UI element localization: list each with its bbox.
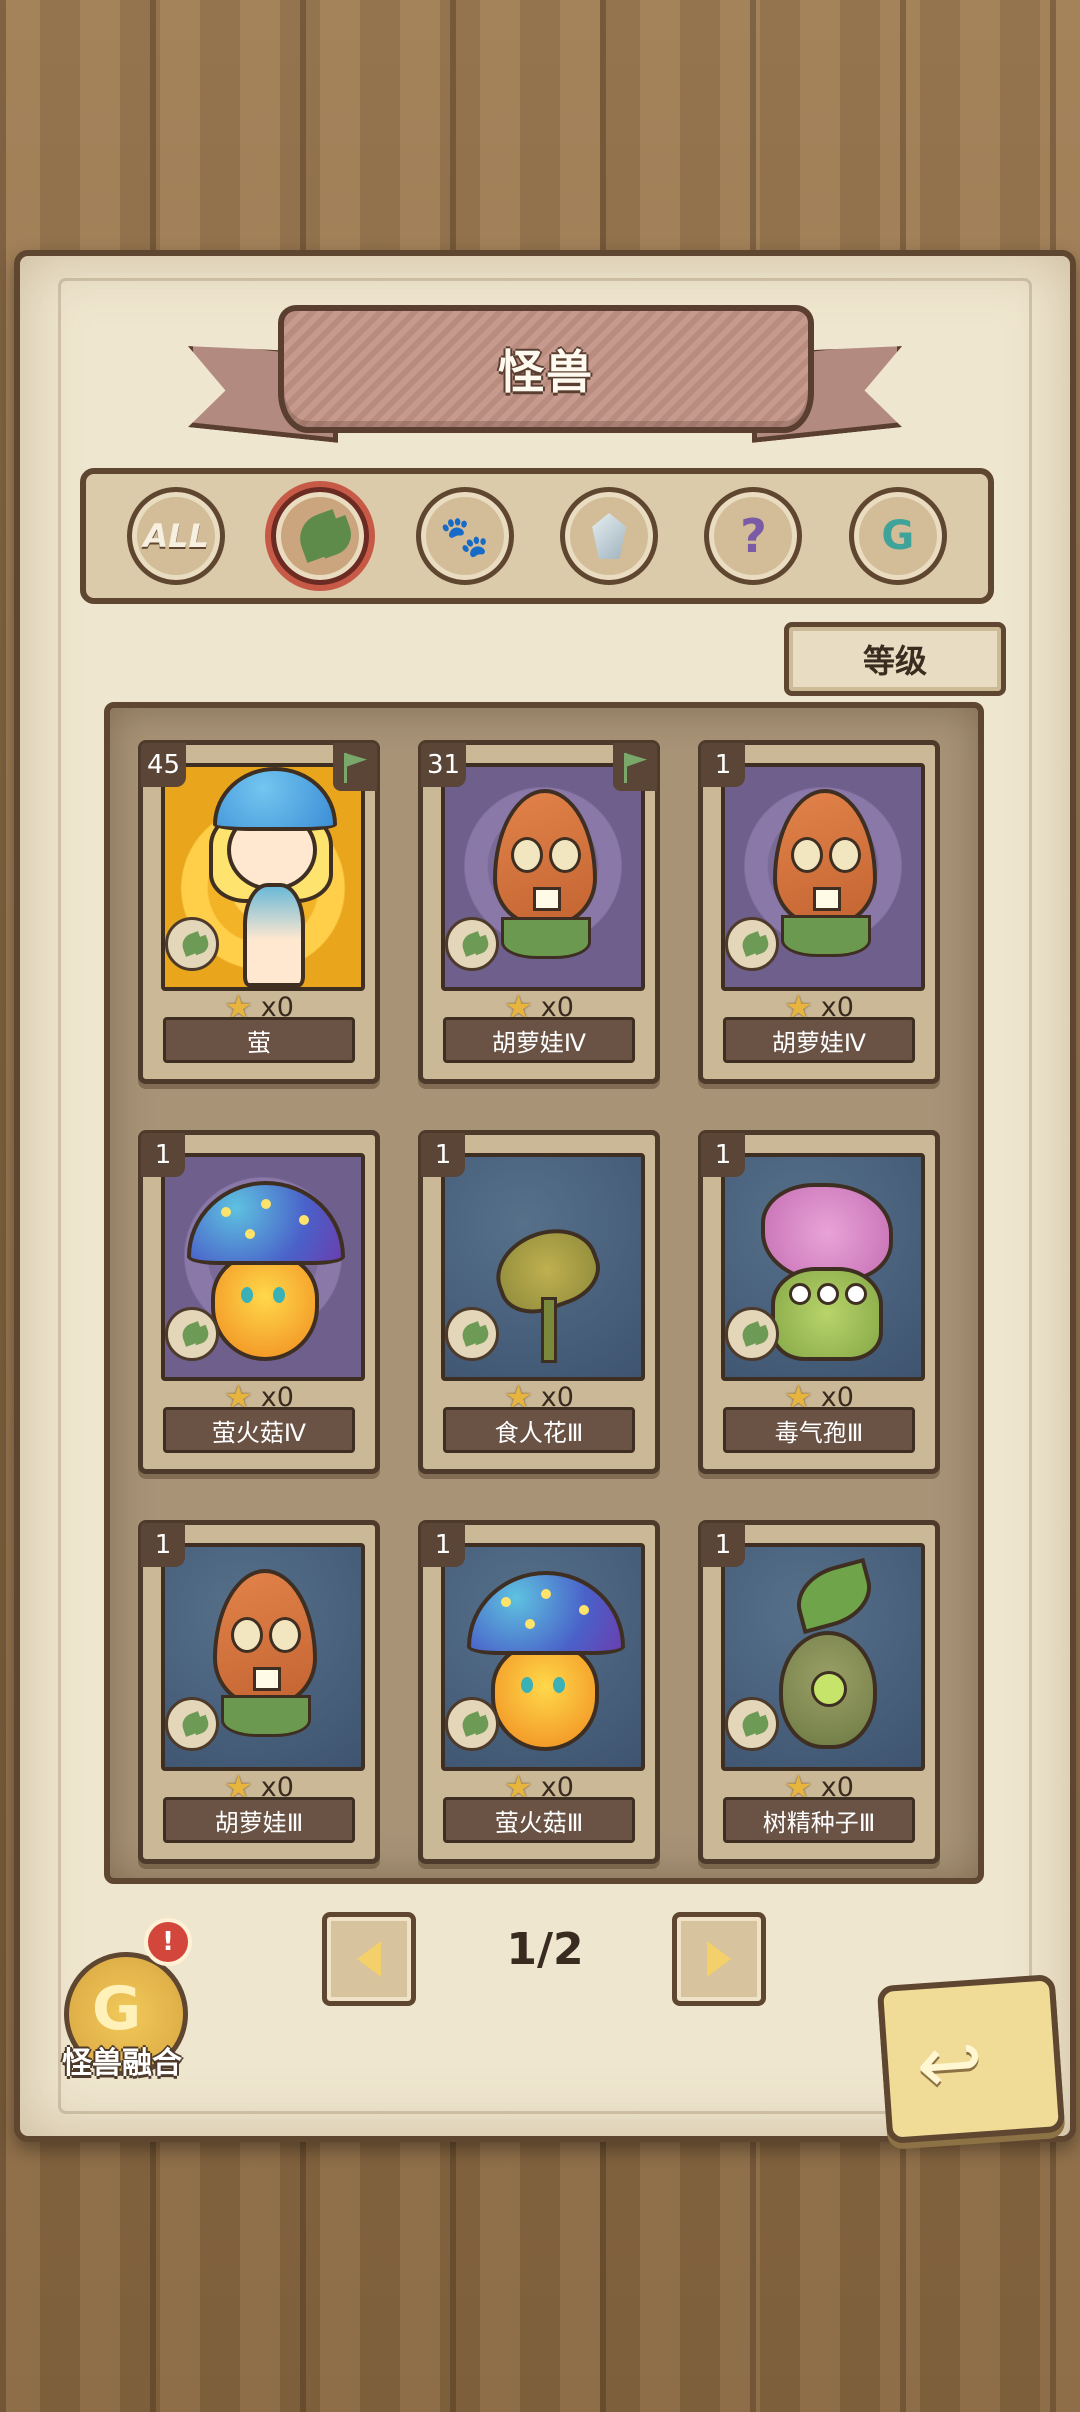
card-name: 萤火菇Ⅳ [163,1407,355,1453]
monster-card[interactable]: 1 ★ x0 胡萝娃Ⅳ [698,740,940,1084]
plant-element-icon [445,1307,499,1361]
question-icon: ? [740,509,767,563]
filter-mineral-button[interactable] [560,487,659,585]
level-badge: 1 [141,1133,185,1177]
card-name: 食人花Ⅲ [443,1407,635,1453]
plant-element-icon [165,1697,219,1751]
page-indicator: 1/2 [506,1924,584,1975]
notification-badge: ! [144,1918,192,1966]
level-badge: 1 [141,1523,185,1567]
level-badge: 45 [141,743,187,787]
monster-card[interactable]: 1 ★ x0 萤火菇Ⅳ [138,1130,380,1474]
monster-card[interactable]: 1 ★ x0 毒气孢Ⅲ [698,1130,940,1474]
level-badge: 1 [701,1133,745,1177]
crystal-icon [592,513,627,559]
level-badge: 1 [421,1523,465,1567]
filter-unknown-button[interactable]: ? [704,487,803,585]
monster-card[interactable]: 1 ★ x0 食人花Ⅲ [418,1130,660,1474]
filter-all-button[interactable]: ALL [127,487,226,585]
next-page-button[interactable] [672,1912,766,2006]
monster-card[interactable]: 1 ★ x0 萤火菇Ⅲ [418,1520,660,1864]
paw-icon: 🐾 [439,513,490,560]
prev-page-button[interactable] [322,1912,416,2006]
card-name: 胡萝娃Ⅳ [723,1017,915,1063]
plant-element-icon [165,1307,219,1361]
all-text-icon: ALL [143,517,209,555]
card-name: 树精种子Ⅲ [723,1797,915,1843]
monster-card[interactable]: 1 ★ x0 树精种子Ⅲ [698,1520,940,1864]
monster-fusion-button[interactable]: G 怪兽融合 [52,1952,192,2082]
card-name: 萤火菇Ⅲ [443,1797,635,1843]
chevron-left-icon [357,1941,381,1977]
fusion-label: 怪兽融合 [62,2046,182,2081]
back-button[interactable]: ↩ [876,1973,1066,2145]
level-badge: 1 [701,743,745,787]
plant-element-icon [725,917,779,971]
plant-element-icon [165,917,219,971]
leaf-icon [293,509,348,563]
plant-element-icon [445,917,499,971]
card-name: 萤 [163,1017,355,1063]
filter-beast-button[interactable]: 🐾 [415,487,514,585]
monster-card[interactable]: 31 ★ x0 胡萝娃Ⅳ [418,740,660,1084]
card-name: 毒气孢Ⅲ [723,1407,915,1453]
sort-level-button[interactable]: 等级 [784,622,1006,696]
plant-element-icon [725,1697,779,1751]
swirl-icon: G [92,1974,142,2044]
ring-icon: G [881,513,915,559]
card-name: 胡萝娃Ⅲ [163,1797,355,1843]
monster-card[interactable]: 1 ★ x0 胡萝娃Ⅲ [138,1520,380,1864]
card-name: 胡萝娃Ⅳ [443,1017,635,1063]
filter-bar: ALL 🐾 ? G [80,468,994,604]
flag-icon [613,743,657,791]
filter-special-button[interactable]: G [848,487,947,585]
page-title: 怪兽 [498,345,594,399]
filter-plant-button[interactable] [271,487,370,585]
level-badge: 1 [701,1523,745,1567]
monster-card[interactable]: 45 ★ x0 萤 [138,740,380,1084]
return-arrow-icon: ↩ [913,2015,987,2113]
plant-element-icon [445,1697,499,1751]
plant-element-icon [725,1307,779,1361]
level-badge: 31 [421,743,467,787]
flag-icon [333,743,377,791]
level-badge: 1 [421,1133,465,1177]
title-ribbon: 怪兽 [278,305,814,433]
chevron-right-icon [707,1941,731,1977]
